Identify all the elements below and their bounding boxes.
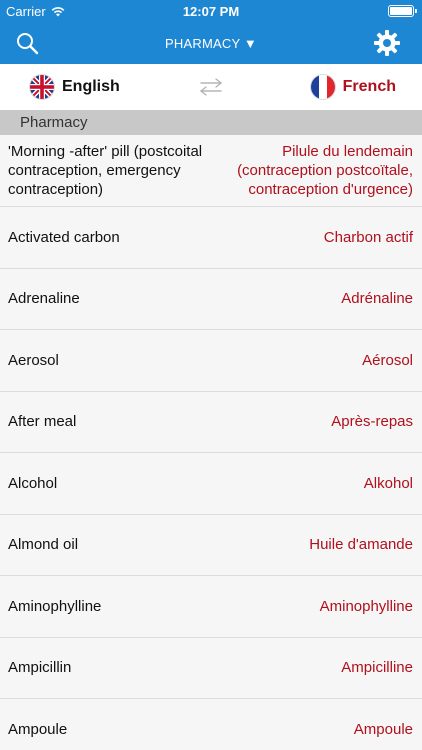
list-item[interactable]: Aerosol Aérosol bbox=[0, 330, 422, 392]
english-term: Aerosol bbox=[8, 351, 59, 369]
target-language-label: French bbox=[342, 78, 396, 95]
battery-icon bbox=[388, 5, 417, 17]
section-header: Pharmacy bbox=[0, 110, 422, 135]
list-item[interactable]: After meal Après-repas bbox=[0, 391, 422, 453]
english-term: Almond oil bbox=[8, 536, 79, 554]
target-language-button[interactable]: French bbox=[310, 75, 396, 99]
category-title: PHARMACY ▼ bbox=[165, 36, 257, 51]
english-term: Activated carbon bbox=[8, 228, 120, 246]
list-item[interactable]: 'Morning -after' pill (postcoital contra… bbox=[0, 135, 422, 207]
english-term: Alcohol bbox=[8, 474, 58, 492]
list-item[interactable]: Activated carbon Charbon actif bbox=[0, 207, 422, 269]
french-term: Ampoule bbox=[353, 721, 413, 739]
french-term: Aminophylline bbox=[319, 597, 413, 615]
list-item[interactable]: Ampoule Ampoule bbox=[0, 699, 422, 750]
gear-icon bbox=[374, 30, 400, 56]
clock: 12:07 PM bbox=[182, 4, 240, 19]
french-term: Ampicilline bbox=[341, 659, 413, 677]
list-item[interactable]: Alcohol Alkohol bbox=[0, 453, 422, 515]
french-term: Après-repas bbox=[331, 413, 413, 431]
source-language-button[interactable]: English bbox=[30, 75, 120, 99]
source-language-label: English bbox=[62, 78, 120, 95]
term-list: 'Morning -after' pill (postcoital contra… bbox=[0, 135, 422, 750]
france-flag-icon bbox=[310, 75, 335, 99]
french-term: Adrénaline bbox=[341, 290, 413, 308]
status-bar: Carrier 12:07 PM bbox=[0, 0, 422, 22]
category-dropdown[interactable]: PHARMACY ▼ bbox=[130, 30, 292, 56]
english-term: Ampicillin bbox=[8, 659, 72, 677]
nav-bar: PHARMACY ▼ bbox=[0, 22, 422, 64]
uk-flag-icon bbox=[30, 75, 54, 99]
french-term: Huile d'amande bbox=[309, 536, 413, 554]
english-term: Aminophylline bbox=[8, 597, 102, 615]
list-item[interactable]: Aminophylline Aminophylline bbox=[0, 576, 422, 638]
list-item[interactable]: Ampicillin Ampicilline bbox=[0, 637, 422, 699]
english-term: After meal bbox=[8, 413, 77, 431]
list-item[interactable]: Almond oil Huile d'amande bbox=[0, 514, 422, 576]
english-term: Adrenaline bbox=[8, 290, 80, 308]
french-term: Aérosol bbox=[362, 351, 413, 369]
english-term: 'Morning -after' pill (postcoital contra… bbox=[8, 143, 203, 198]
french-term: Pilule du lendemain (contraception postc… bbox=[237, 143, 413, 198]
french-term: Alkohol bbox=[363, 474, 413, 492]
search-button[interactable] bbox=[14, 30, 42, 58]
search-icon bbox=[17, 33, 39, 55]
language-bar: English French bbox=[0, 64, 422, 110]
swap-languages-button[interactable] bbox=[198, 77, 224, 97]
settings-button[interactable] bbox=[372, 28, 402, 58]
french-term: Charbon actif bbox=[323, 228, 413, 246]
list-item[interactable]: Adrenaline Adrénaline bbox=[0, 268, 422, 330]
english-term: Ampoule bbox=[8, 721, 68, 739]
swap-arrows-icon bbox=[199, 78, 223, 96]
